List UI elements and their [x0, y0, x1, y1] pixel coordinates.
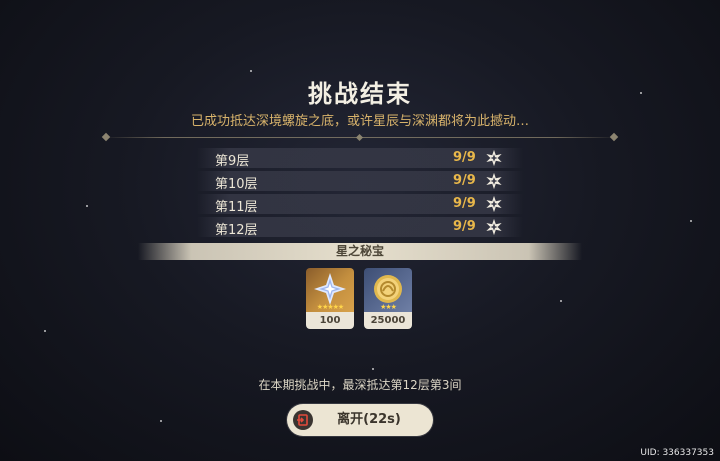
floor-results-list: 第9层 9/9 第10层 9/9 第11层 9/9 第12层 9/9: [197, 148, 523, 240]
abyss-star-icon: [486, 172, 502, 190]
floor-row: 第11层 9/9: [197, 194, 523, 215]
reward-item-primogem[interactable]: ★★★★★ 100: [306, 268, 354, 329]
page-subtitle: 已成功抵达深境螺旋之底，或许星辰与深渊都将为此撼动…: [190, 114, 529, 129]
reward-count: 25000: [364, 312, 412, 329]
floor-score: 9/9: [453, 150, 476, 165]
exit-icon: [293, 410, 313, 430]
mora-coin-icon: [374, 275, 402, 303]
floor-row: 第12层 9/9: [197, 217, 523, 238]
rarity-stars: ★★★★★: [316, 303, 344, 311]
header-divider: [101, 132, 619, 142]
floor-name: 第12层: [215, 223, 258, 238]
reward-count: 100: [306, 312, 354, 329]
leave-button-label: 离开(22s): [337, 412, 401, 427]
page-title: 挑战结束: [308, 80, 412, 108]
rewards-list: ★★★★★ 100 ★★★ 25000: [306, 268, 414, 330]
progress-status-text: 在本期挑战中，最深抵达第12层第3间: [258, 378, 462, 392]
floor-score: 9/9: [453, 219, 476, 234]
floor-name: 第9层: [215, 154, 250, 169]
floor-score: 9/9: [453, 173, 476, 188]
uid-label: UID: 336337353: [640, 448, 714, 458]
floor-row: 第9层 9/9: [197, 148, 523, 169]
floor-name: 第11层: [215, 200, 258, 215]
primogem-icon: [314, 273, 346, 305]
rewards-banner: 星之秘宝: [138, 243, 582, 260]
floor-row: 第10层 9/9: [197, 171, 523, 192]
floor-name: 第10层: [215, 177, 258, 192]
reward-image: ★★★★★: [306, 268, 354, 312]
leave-button[interactable]: 离开(22s): [287, 404, 433, 436]
reward-item-mora[interactable]: ★★★ 25000: [364, 268, 412, 329]
reward-image: ★★★: [364, 268, 412, 312]
abyss-star-icon: [486, 149, 502, 167]
rarity-stars: ★★★: [380, 303, 397, 311]
abyss-star-icon: [486, 218, 502, 236]
abyss-star-icon: [486, 195, 502, 213]
floor-score: 9/9: [453, 196, 476, 211]
